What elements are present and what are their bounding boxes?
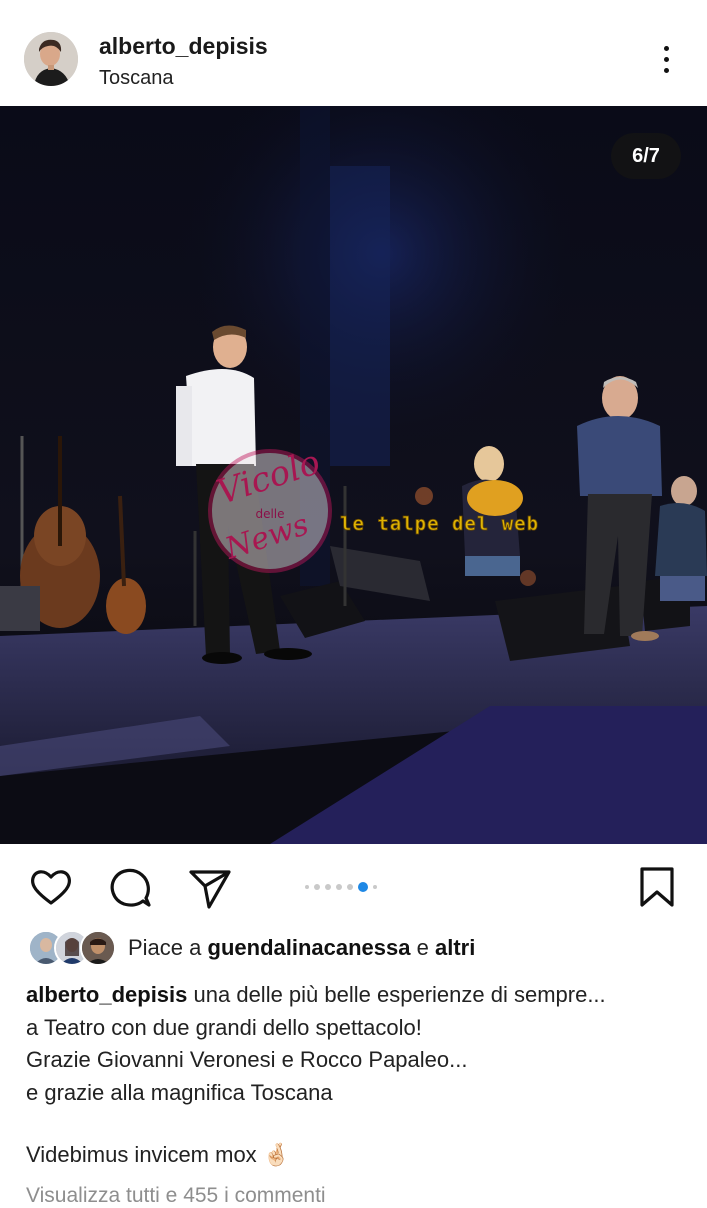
carousel-dot — [335, 883, 342, 890]
avatar-image — [24, 32, 78, 86]
more-vertical-icon[interactable] — [650, 40, 684, 80]
likes-connector: e — [416, 935, 429, 960]
carousel-dot — [324, 883, 331, 890]
comment-icon[interactable] — [107, 865, 153, 911]
crossed-fingers-emoji: 🤞🏻 — [262, 1142, 291, 1167]
send-icon[interactable] — [187, 865, 233, 911]
caption-line: a Teatro con due grandi dello spettacolo… — [26, 1014, 422, 1040]
bookmark-icon[interactable] — [634, 865, 680, 911]
sign-off-text: Videbimus invicem mox — [26, 1142, 257, 1167]
post-image[interactable]: Vicolo delle News le talpe del web 6/7 — [0, 106, 707, 844]
post-username[interactable]: alberto_depisis — [99, 33, 268, 60]
heart-icon[interactable] — [28, 865, 74, 911]
post-caption: alberto_depisis una delle più belle espe… — [26, 979, 686, 1109]
caption-line: Grazie Giovanni Veronesi e Rocco Papaleo… — [26, 1047, 468, 1072]
likes-others[interactable]: altri — [435, 935, 475, 960]
carousel-dot — [346, 883, 353, 890]
liker-username[interactable]: guendalinacanessa — [208, 935, 411, 960]
carousel-dot — [313, 883, 320, 890]
watermark-talpe-text: le talpe del web — [340, 513, 539, 535]
carousel-dot-active — [357, 881, 368, 892]
avatar[interactable] — [24, 32, 78, 86]
liker-avatar — [80, 930, 116, 966]
image-counter: 6/7 — [611, 133, 681, 179]
carousel-dot — [304, 884, 309, 889]
caption-line: una delle più belle esperienze di sempre… — [193, 982, 606, 1007]
likes-summary[interactable]: Piace a guendalinacanessa e altri — [128, 935, 475, 961]
caption-username[interactable]: alberto_depisis — [26, 982, 187, 1007]
post-header: alberto_depisis Toscana — [0, 0, 707, 106]
view-all-comments-link[interactable]: Visualizza tutti e 455 i commenti — [26, 1184, 326, 1208]
carousel-indicator — [302, 878, 379, 892]
post-location[interactable]: Toscana — [99, 67, 174, 90]
carousel-dot — [372, 884, 377, 889]
likes-prefix: Piace a — [128, 935, 202, 960]
caption-line: e grazie alla magnifica Toscana — [26, 1079, 333, 1105]
caption-sign-off: Videbimus invicem mox 🤞🏻 — [26, 1142, 290, 1168]
stage-photo: Vicolo delle News le talpe del web — [0, 106, 707, 844]
